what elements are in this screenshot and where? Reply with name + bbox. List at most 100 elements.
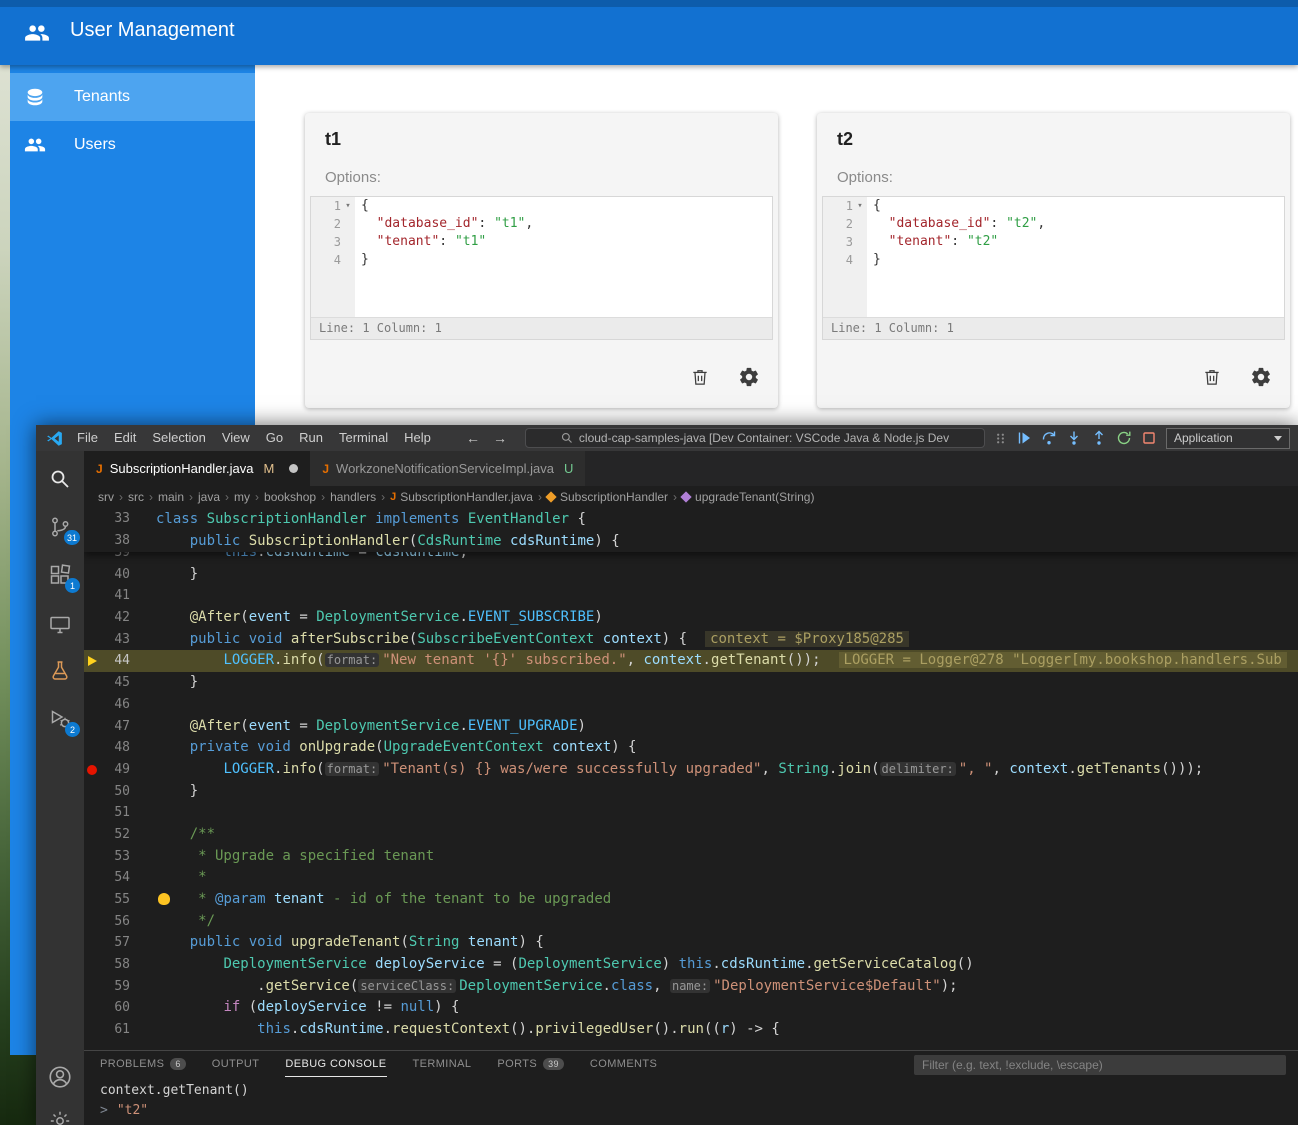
code-line-40[interactable]: 40 } [84,564,1298,586]
fold-caret-icon[interactable]: ▾ [341,197,355,215]
unsaved-dot-icon[interactable] [289,464,298,473]
breadcrumb-folder[interactable]: my [234,490,250,504]
code-line-1[interactable]: 1▾{ [823,197,1284,215]
code-line-58[interactable]: 58 DeploymentService deployService = (De… [84,954,1298,976]
panel-tab-terminal[interactable]: TERMINAL [413,1052,472,1077]
panel-tab-comments[interactable]: COMMENTS [590,1052,657,1077]
json-code[interactable]: 1▾{2 "database_id": "t2",3 "tenant": "t2… [823,197,1284,317]
line-number: 51 [100,802,130,824]
code-text: } [156,781,1298,803]
code-line-55[interactable]: 55 * @param tenant - id of the tenant to… [84,889,1298,911]
sidebar-item-tenants[interactable]: Tenants [10,73,255,121]
search-activity-icon[interactable] [36,459,84,499]
lightbulb-icon[interactable] [158,893,170,905]
code-line-59[interactable]: 59 .getService(serviceClass:DeploymentSe… [84,976,1298,998]
debug-stop-button[interactable] [1141,430,1157,446]
menu-edit[interactable]: Edit [106,425,144,451]
panel-tab-debug-console[interactable]: DEBUG CONSOLE [285,1052,386,1077]
code-line-44[interactable]: 44 LOGGER.info(format:"New tenant '{}' s… [84,650,1298,672]
menu-run[interactable]: Run [291,425,331,451]
json-editor[interactable]: 1▾{2 "database_id": "t1",3 "tenant": "t1… [310,196,773,340]
remote-explorer-activity-icon[interactable] [36,605,84,645]
code-line-4[interactable]: 4} [823,251,1284,269]
code-line-46[interactable]: 46 [84,694,1298,716]
breadcrumb-folder[interactable]: java [198,490,220,504]
code-line-38[interactable]: 38 public SubscriptionHandler(CdsRuntime… [84,530,1298,552]
tenant-settings-button[interactable] [1250,366,1272,388]
breadcrumb-folder[interactable]: src [128,490,144,504]
debug-step-over-button[interactable] [1041,430,1057,446]
menu-selection[interactable]: Selection [144,425,213,451]
code-line-42[interactable]: 42 @After(event = DeploymentService.EVEN… [84,607,1298,629]
debug-step-into-button[interactable] [1066,430,1082,446]
code-line-48[interactable]: 48 private void onUpgrade(UpgradeEventCo… [84,737,1298,759]
breadcrumb-folder[interactable]: bookshop [264,490,316,504]
panel-tab-problems[interactable]: PROBLEMS6 [100,1052,186,1077]
delete-tenant-button[interactable] [690,366,710,388]
debug-step-out-button[interactable] [1091,430,1107,446]
settings-gear-icon[interactable] [36,1101,84,1125]
menu-view[interactable]: View [214,425,258,451]
debug-console-output[interactable]: context.getTenant()>"t2" [100,1081,1298,1121]
tab-workzonenotificationserviceimpl-java[interactable]: J WorkzoneNotificationServiceImpl.java U [310,451,586,486]
code-line-56[interactable]: 56 */ [84,911,1298,933]
menu-go[interactable]: Go [258,425,291,451]
code-line-47[interactable]: 47 @After(event = DeploymentService.EVEN… [84,716,1298,738]
extensions-activity-icon[interactable]: 1 [36,555,84,595]
code-line-33[interactable]: 33class SubscriptionHandler implements E… [84,508,1298,530]
code-editor[interactable]: 39 this.cdsRuntime = cdsRuntime;40 }4142… [84,508,1298,1050]
run-debug-activity-icon[interactable]: 2 [36,699,84,739]
console-filter-input[interactable] [914,1055,1286,1075]
code-line-52[interactable]: 52 /** [84,824,1298,846]
delete-tenant-button[interactable] [1202,366,1222,388]
testing-activity-icon[interactable] [36,651,84,691]
tenant-settings-button[interactable] [738,366,760,388]
menu-terminal[interactable]: Terminal [331,425,396,451]
command-center[interactable]: cloud-cap-samples-java [Dev Container: V… [525,428,985,448]
gripper-icon[interactable] [994,431,1007,446]
json-editor[interactable]: 1▾{2 "database_id": "t2",3 "tenant": "t2… [822,196,1285,340]
breadcrumb-class[interactable]: SubscriptionHandler [547,490,668,504]
code-line-45[interactable]: 45 } [84,672,1298,694]
source-control-activity-icon[interactable]: 31 [36,507,84,547]
code-line-60[interactable]: 60 if (deployService != null) { [84,997,1298,1019]
debug-restart-button[interactable] [1116,430,1132,446]
code-line-49[interactable]: 49 LOGGER.info(format:"Tenant(s) {} was/… [84,759,1298,781]
fold-caret-icon[interactable]: ▾ [853,197,867,215]
breadcrumb-folder[interactable]: srv [98,490,114,504]
glyph-margin [84,716,100,738]
code-line-57[interactable]: 57 public void upgradeTenant(String tena… [84,932,1298,954]
expand-chevron-icon[interactable]: > [100,1103,108,1118]
panel-tab-output[interactable]: OUTPUT [212,1052,260,1077]
debug-continue-button[interactable] [1016,430,1032,446]
code-line-43[interactable]: 43 public void afterSubscribe(SubscribeE… [84,629,1298,651]
breakpoint-icon[interactable] [84,759,100,781]
sidebar-item-users[interactable]: Users [10,121,255,169]
debug-config-dropdown[interactable]: Application [1166,428,1290,449]
code-line-41[interactable]: 41 [84,585,1298,607]
breadcrumb-method[interactable]: upgradeTenant(String) [682,490,814,504]
code-line-3[interactable]: 3 "tenant": "t1" [311,233,772,251]
account-icon[interactable] [36,1057,84,1097]
code-line-4[interactable]: 4} [311,251,772,269]
breadcrumb-file[interactable]: JSubscriptionHandler.java [390,490,533,504]
code-line-2[interactable]: 2 "database_id": "t1", [311,215,772,233]
back-arrow-icon[interactable]: ← [466,425,480,451]
code-line-2[interactable]: 2 "database_id": "t2", [823,215,1284,233]
menu-file[interactable]: File [69,425,106,451]
code-line-54[interactable]: 54 * [84,867,1298,889]
code-line-61[interactable]: 61 this.cdsRuntime.requestContext().priv… [84,1019,1298,1041]
code-line-50[interactable]: 50 } [84,781,1298,803]
forward-arrow-icon[interactable]: → [493,425,507,451]
breadcrumb-folder[interactable]: handlers [330,490,376,504]
tab-subscriptionhandler-java[interactable]: J SubscriptionHandler.java M [84,451,310,486]
code-line-1[interactable]: 1▾{ [311,197,772,215]
code-line-53[interactable]: 53 * Upgrade a specified tenant [84,846,1298,868]
panel-tab-ports[interactable]: PORTS39 [497,1052,564,1077]
code-line-3[interactable]: 3 "tenant": "t2" [823,233,1284,251]
breadcrumb-separator: › [119,490,123,504]
code-line-51[interactable]: 51 [84,802,1298,824]
breadcrumb-folder[interactable]: main [158,490,184,504]
menu-help[interactable]: Help [396,425,439,451]
json-code[interactable]: 1▾{2 "database_id": "t1",3 "tenant": "t1… [311,197,772,317]
